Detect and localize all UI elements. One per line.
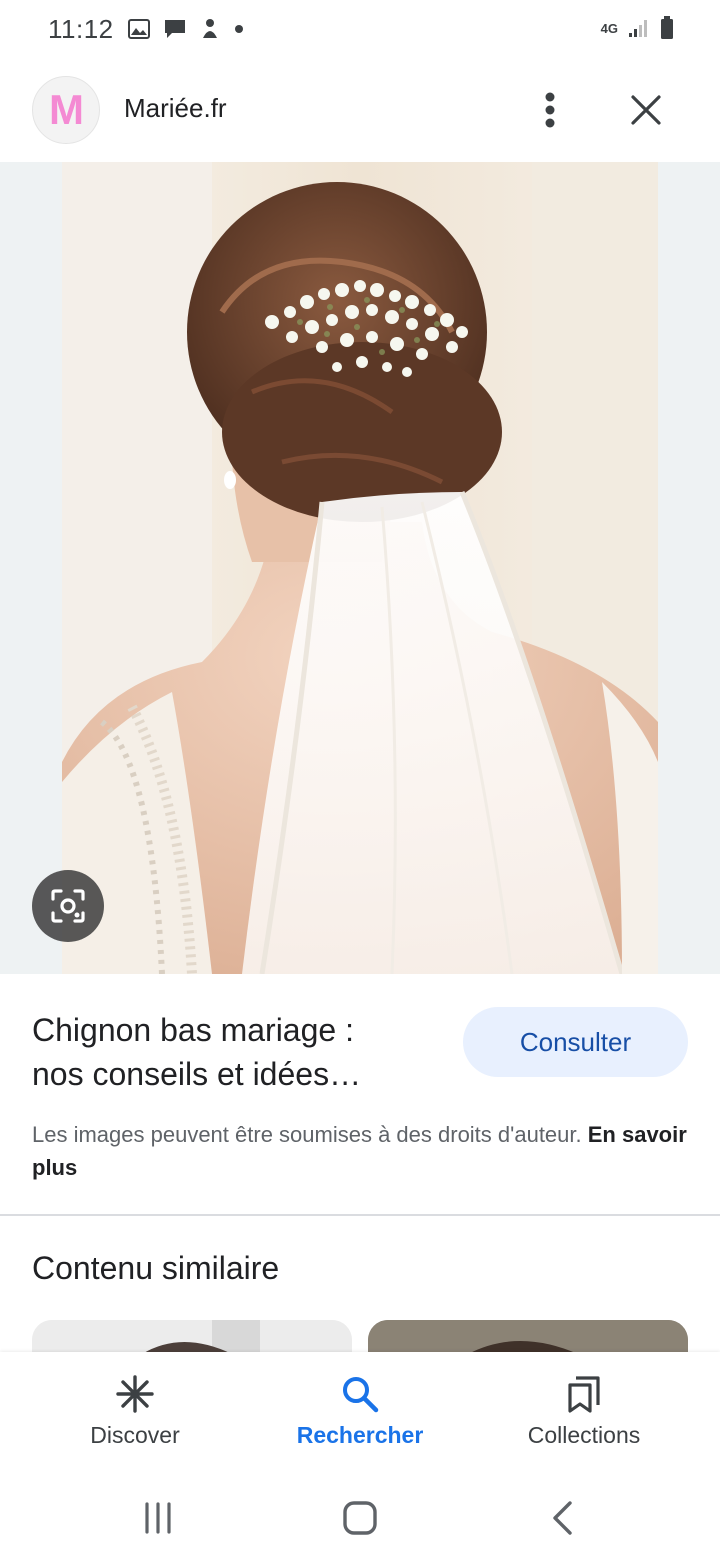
system-status-icons: 4G: [601, 16, 674, 40]
similar-thumbnail[interactable]: [32, 1320, 352, 1354]
home-icon: [343, 1501, 377, 1535]
site-logo[interactable]: M: [32, 76, 100, 144]
copyright-notice: Les images peuvent être soumises à des d…: [32, 1118, 692, 1184]
result-title[interactable]: Chignon bas mariage : nos conseils et id…: [32, 1008, 432, 1096]
app-notification-icon: [203, 19, 217, 38]
thumbnail-image: [368, 1320, 688, 1354]
lens-search-button[interactable]: [32, 870, 104, 942]
close-button[interactable]: [622, 86, 670, 134]
logo-letter: M: [49, 86, 84, 133]
asterisk-icon: [116, 1375, 154, 1413]
nav-collections[interactable]: Collections: [464, 1352, 704, 1470]
dot-icon: [235, 25, 243, 33]
similar-content-heading: Contenu similaire: [32, 1250, 280, 1286]
nav-discover-label: Discover: [90, 1422, 180, 1448]
close-icon: [631, 95, 661, 125]
consult-button[interactable]: Consulter: [463, 1007, 688, 1077]
back-icon: [553, 1501, 572, 1535]
back-button[interactable]: [532, 1488, 592, 1548]
nav-collections-label: Collections: [527, 1422, 641, 1448]
nav-search[interactable]: Rechercher: [240, 1352, 480, 1470]
status-time: 11:12: [48, 14, 114, 44]
signal-icon: [629, 20, 647, 37]
battery-icon: [661, 16, 673, 39]
more-options-button[interactable]: [528, 88, 572, 132]
more-vert-icon: [545, 92, 555, 128]
home-button[interactable]: [330, 1488, 390, 1548]
gallery-icon: [128, 19, 150, 39]
copyright-text: Les images peuvent être soumises à des d…: [32, 1122, 588, 1147]
search-icon: [343, 1377, 379, 1413]
bookmarks-icon: [568, 1376, 600, 1413]
notification-icons: [128, 18, 244, 40]
result-image[interactable]: [62, 162, 658, 974]
recent-apps-button[interactable]: [128, 1488, 188, 1548]
network-type: 4G: [600, 20, 618, 36]
result-title-line1: Chignon bas mariage :: [32, 1012, 354, 1048]
site-name[interactable]: Mariée.fr: [124, 93, 227, 124]
status-bar: 11:12 4G: [0, 0, 720, 60]
similar-thumbnail[interactable]: [368, 1320, 688, 1354]
system-navigation-bar: [0, 1470, 720, 1560]
source-header: M Mariée.fr: [0, 60, 720, 160]
nav-discover[interactable]: Discover: [15, 1352, 255, 1470]
divider: [0, 1214, 720, 1216]
lens-icon: [51, 889, 85, 923]
recent-apps-icon: [145, 1502, 171, 1534]
message-icon: [165, 20, 185, 38]
nav-search-label: Rechercher: [296, 1422, 424, 1448]
bride-photo-illustration: [62, 162, 658, 974]
thumbnail-image: [32, 1320, 352, 1354]
bottom-navigation: Discover Rechercher Collections: [0, 1352, 720, 1470]
result-title-line2: nos conseils et idées…: [32, 1056, 362, 1092]
image-preview-area: [0, 162, 720, 974]
